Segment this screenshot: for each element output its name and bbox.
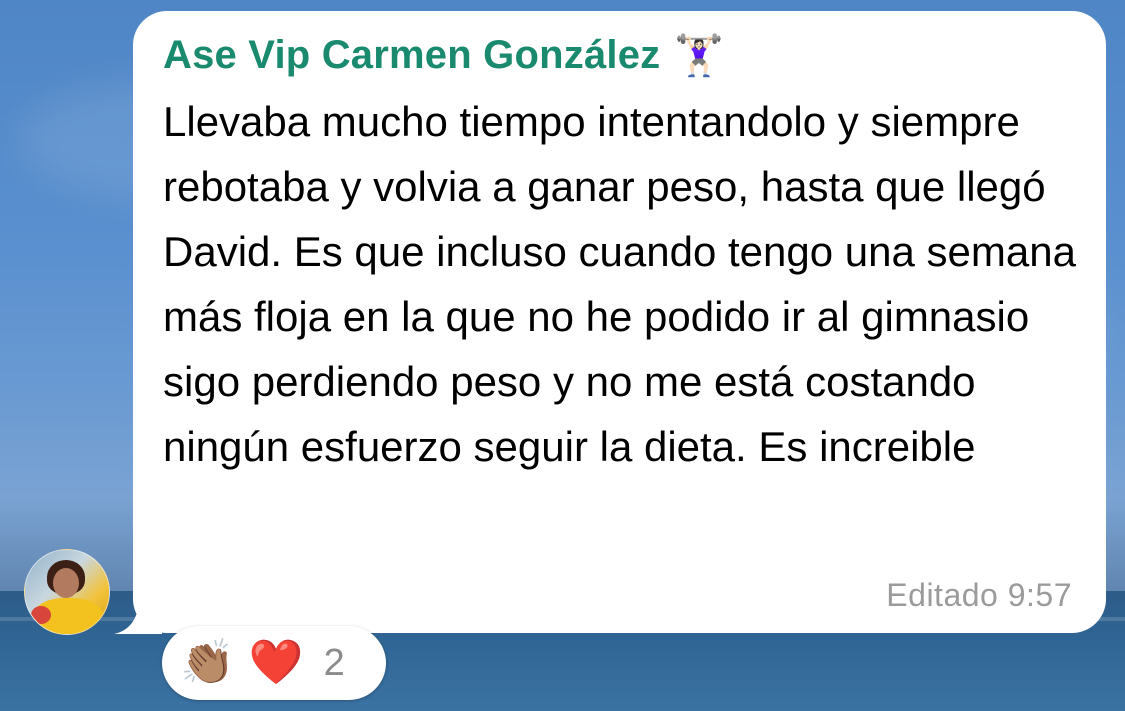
sender-name[interactable]: Ase Vip Carmen González (163, 33, 660, 78)
message-text: Llevaba mucho tiempo intentandolo y siem… (163, 98, 1076, 470)
reaction-count: 2 (323, 641, 345, 684)
message-bubble[interactable]: Ase Vip Carmen González 🏋🏻‍♀️ Llevaba mu… (133, 11, 1106, 633)
reactions-bar[interactable]: 👏🏽 ❤️ 2 (162, 626, 386, 700)
weightlifter-emoji-icon: 🏋🏻‍♀️ (674, 33, 725, 78)
heart-reaction-icon[interactable]: ❤️ (249, 641, 304, 685)
avatar-face (53, 568, 79, 598)
sender-header: Ase Vip Carmen González 🏋🏻‍♀️ (163, 33, 724, 78)
avatar[interactable] (24, 549, 110, 635)
clapping-hands-reaction-icon[interactable]: 👏🏽 (180, 641, 235, 685)
message-meta: Editado 9:57 (886, 577, 1072, 613)
avatar-flower (31, 606, 51, 624)
